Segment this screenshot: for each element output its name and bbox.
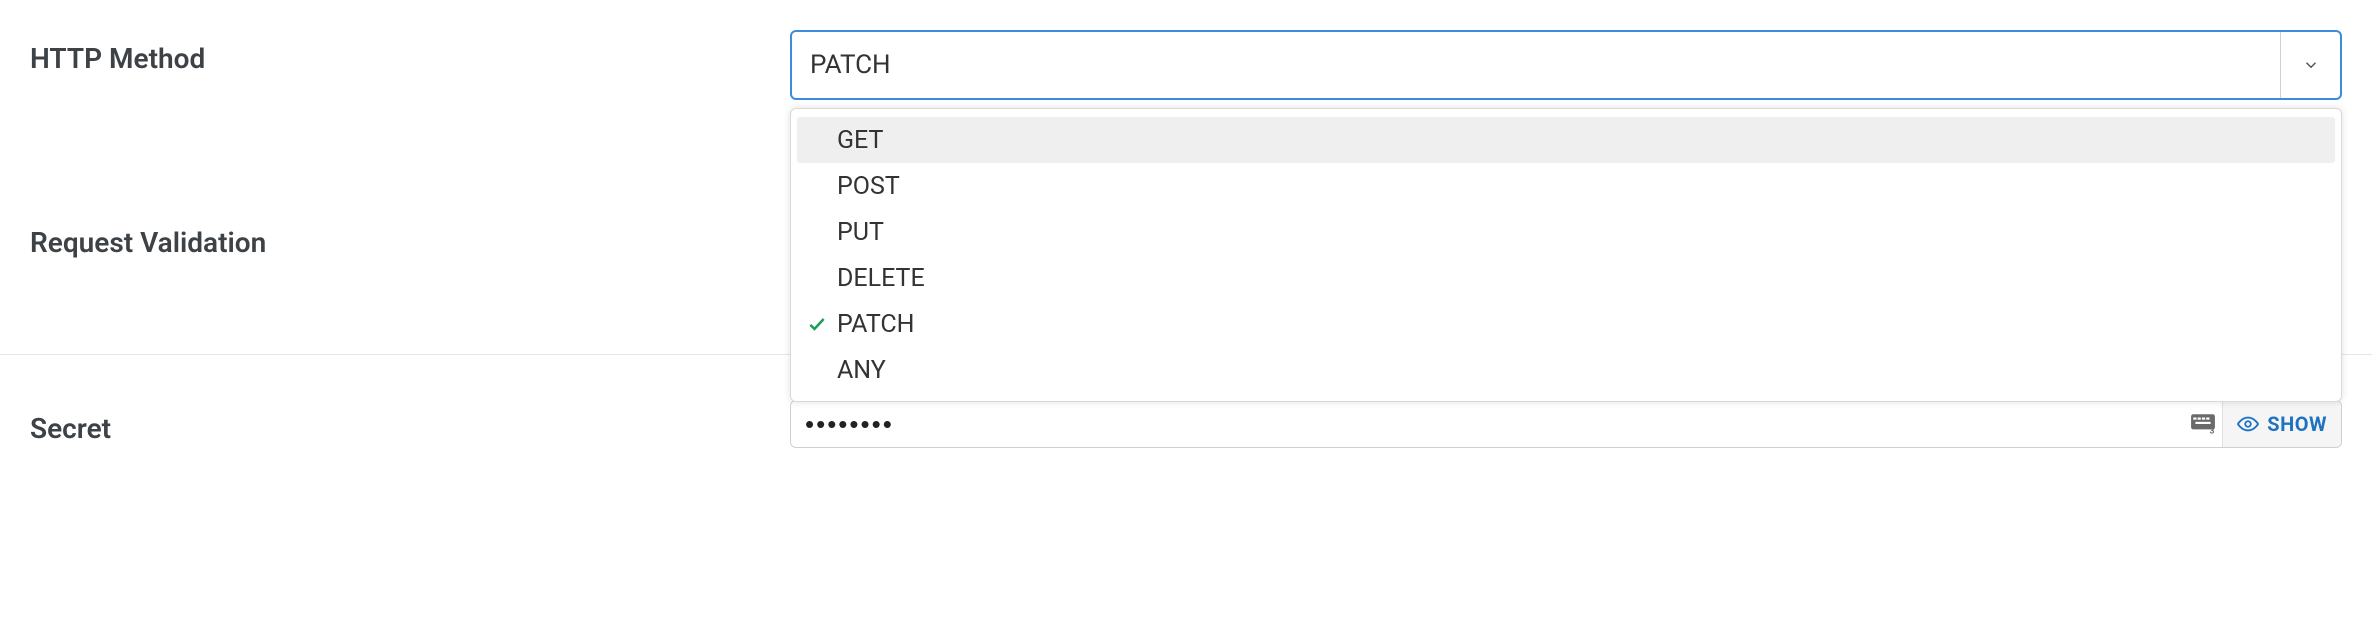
chevron-down-icon bbox=[2302, 56, 2320, 74]
http-method-row: HTTP Method PATCH GETPOSTPUTDELETEPATCHA… bbox=[0, 0, 2372, 130]
option-label: ANY bbox=[837, 356, 886, 385]
option-label: PUT bbox=[837, 218, 884, 247]
http-method-label: HTTP Method bbox=[30, 30, 790, 75]
http-method-option-put[interactable]: PUT bbox=[797, 209, 2335, 255]
secret-label: Secret bbox=[30, 400, 790, 445]
show-secret-button[interactable]: SHOW bbox=[2223, 401, 2341, 447]
secret-input[interactable] bbox=[791, 401, 2183, 447]
secret-field-wrap: 3 SHOW bbox=[790, 400, 2342, 448]
option-label: POST bbox=[837, 172, 900, 201]
http-method-option-post[interactable]: POST bbox=[797, 163, 2335, 209]
option-label: GET bbox=[837, 126, 883, 155]
http-method-option-any[interactable]: ANY bbox=[797, 347, 2335, 393]
http-method-select[interactable]: PATCH bbox=[790, 30, 2342, 100]
eye-icon bbox=[2237, 413, 2259, 435]
request-validation-label: Request Validation bbox=[30, 226, 790, 259]
check-icon bbox=[807, 314, 827, 334]
keyboard-icon: 3 bbox=[2190, 413, 2216, 435]
option-label: DELETE bbox=[837, 264, 925, 293]
http-method-selected-value: PATCH bbox=[810, 50, 2280, 80]
http-method-caret[interactable] bbox=[2280, 32, 2340, 98]
show-secret-label: SHOW bbox=[2267, 412, 2327, 436]
option-label: PATCH bbox=[837, 310, 915, 339]
option-check-slot bbox=[807, 314, 837, 334]
keyboard-icon-wrap: 3 bbox=[2183, 401, 2223, 447]
http-method-control: PATCH GETPOSTPUTDELETEPATCHANY bbox=[790, 30, 2342, 100]
http-method-option-patch[interactable]: PATCH bbox=[797, 301, 2335, 347]
http-method-option-get[interactable]: GET bbox=[797, 117, 2335, 163]
secret-control: 3 SHOW bbox=[790, 400, 2342, 448]
http-method-dropdown[interactable]: GET POST PUT DELETE PATCH ANY bbox=[790, 108, 2342, 402]
svg-text:3: 3 bbox=[2209, 427, 2214, 435]
http-method-option-delete[interactable]: DELETE bbox=[797, 255, 2335, 301]
